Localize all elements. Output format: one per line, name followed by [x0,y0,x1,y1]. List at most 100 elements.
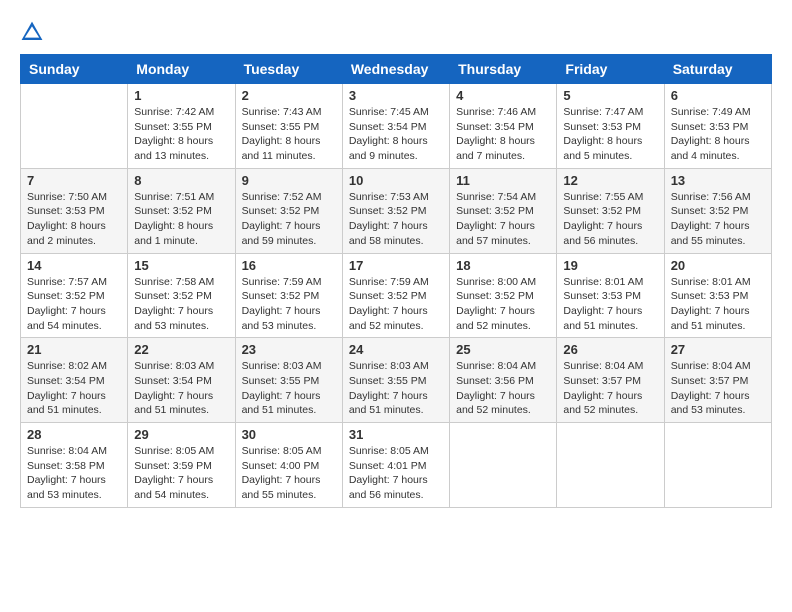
day-info: Sunrise: 8:00 AM Sunset: 3:52 PM Dayligh… [456,275,550,334]
day-info: Sunrise: 7:54 AM Sunset: 3:52 PM Dayligh… [456,190,550,249]
day-info: Sunrise: 8:01 AM Sunset: 3:53 PM Dayligh… [671,275,765,334]
calendar-cell: 17 Sunrise: 7:59 AM Sunset: 3:52 PM Dayli… [342,253,449,338]
calendar-week-row: 28 Sunrise: 8:04 AM Sunset: 3:58 PM Dayli… [21,423,772,508]
day-number: 6 [671,88,765,103]
logo [20,20,48,44]
day-number: 1 [134,88,228,103]
calendar-week-row: 14 Sunrise: 7:57 AM Sunset: 3:52 PM Dayli… [21,253,772,338]
day-info: Sunrise: 7:46 AM Sunset: 3:54 PM Dayligh… [456,105,550,164]
day-number: 3 [349,88,443,103]
day-number: 14 [27,258,121,273]
day-number: 9 [242,173,336,188]
calendar-cell: 13 Sunrise: 7:56 AM Sunset: 3:52 PM Dayli… [664,168,771,253]
calendar-cell: 3 Sunrise: 7:45 AM Sunset: 3:54 PM Daylig… [342,84,449,169]
day-info: Sunrise: 7:57 AM Sunset: 3:52 PM Dayligh… [27,275,121,334]
day-info: Sunrise: 8:05 AM Sunset: 3:59 PM Dayligh… [134,444,228,503]
column-header-wednesday: Wednesday [342,55,449,84]
day-info: Sunrise: 8:02 AM Sunset: 3:54 PM Dayligh… [27,359,121,418]
day-info: Sunrise: 8:04 AM Sunset: 3:58 PM Dayligh… [27,444,121,503]
day-number: 15 [134,258,228,273]
calendar-cell: 19 Sunrise: 8:01 AM Sunset: 3:53 PM Dayli… [557,253,664,338]
calendar-cell: 4 Sunrise: 7:46 AM Sunset: 3:54 PM Daylig… [450,84,557,169]
day-info: Sunrise: 7:42 AM Sunset: 3:55 PM Dayligh… [134,105,228,164]
logo-icon [20,20,44,44]
day-info: Sunrise: 7:55 AM Sunset: 3:52 PM Dayligh… [563,190,657,249]
day-number: 30 [242,427,336,442]
day-number: 2 [242,88,336,103]
day-info: Sunrise: 8:03 AM Sunset: 3:55 PM Dayligh… [242,359,336,418]
calendar-cell: 12 Sunrise: 7:55 AM Sunset: 3:52 PM Dayli… [557,168,664,253]
calendar-cell: 30 Sunrise: 8:05 AM Sunset: 4:00 PM Dayli… [235,423,342,508]
day-info: Sunrise: 8:04 AM Sunset: 3:57 PM Dayligh… [671,359,765,418]
calendar-cell: 20 Sunrise: 8:01 AM Sunset: 3:53 PM Dayli… [664,253,771,338]
calendar-cell: 27Sunrise: 8:04 AM Sunset: 3:57 PM Dayli… [664,338,771,423]
calendar-week-row: 7Sunrise: 7:50 AM Sunset: 3:53 PM Daylig… [21,168,772,253]
day-info: Sunrise: 8:03 AM Sunset: 3:54 PM Dayligh… [134,359,228,418]
day-info: Sunrise: 7:47 AM Sunset: 3:53 PM Dayligh… [563,105,657,164]
calendar-cell: 2 Sunrise: 7:43 AM Sunset: 3:55 PM Daylig… [235,84,342,169]
calendar-cell [664,423,771,508]
day-info: Sunrise: 8:01 AM Sunset: 3:53 PM Dayligh… [563,275,657,334]
day-number: 20 [671,258,765,273]
day-info: Sunrise: 8:05 AM Sunset: 4:01 PM Dayligh… [349,444,443,503]
calendar-cell [557,423,664,508]
calendar-cell [21,84,128,169]
day-number: 16 [242,258,336,273]
day-number: 10 [349,173,443,188]
day-number: 19 [563,258,657,273]
day-info: Sunrise: 8:03 AM Sunset: 3:55 PM Dayligh… [349,359,443,418]
calendar-cell: 23 Sunrise: 8:03 AM Sunset: 3:55 PM Dayli… [235,338,342,423]
day-info: Sunrise: 7:45 AM Sunset: 3:54 PM Dayligh… [349,105,443,164]
calendar-cell: 5Sunrise: 7:47 AM Sunset: 3:53 PM Daylig… [557,84,664,169]
day-number: 23 [242,342,336,357]
column-header-sunday: Sunday [21,55,128,84]
column-header-friday: Friday [557,55,664,84]
day-number: 24 [349,342,443,357]
calendar-week-row: 1 Sunrise: 7:42 AM Sunset: 3:55 PM Daylig… [21,84,772,169]
calendar-cell: 6 Sunrise: 7:49 AM Sunset: 3:53 PM Daylig… [664,84,771,169]
day-number: 28 [27,427,121,442]
column-header-saturday: Saturday [664,55,771,84]
calendar-cell: 18 Sunrise: 8:00 AM Sunset: 3:52 PM Dayli… [450,253,557,338]
calendar-cell: 15Sunrise: 7:58 AM Sunset: 3:52 PM Dayli… [128,253,235,338]
calendar-cell: 28 Sunrise: 8:04 AM Sunset: 3:58 PM Dayli… [21,423,128,508]
day-info: Sunrise: 8:05 AM Sunset: 4:00 PM Dayligh… [242,444,336,503]
day-number: 25 [456,342,550,357]
day-info: Sunrise: 8:04 AM Sunset: 3:57 PM Dayligh… [563,359,657,418]
day-info: Sunrise: 7:59 AM Sunset: 3:52 PM Dayligh… [349,275,443,334]
calendar-cell [450,423,557,508]
calendar-cell: 22 Sunrise: 8:03 AM Sunset: 3:54 PM Dayli… [128,338,235,423]
day-number: 18 [456,258,550,273]
calendar-cell: 24 Sunrise: 8:03 AM Sunset: 3:55 PM Dayli… [342,338,449,423]
day-number: 4 [456,88,550,103]
calendar-cell: 25Sunrise: 8:04 AM Sunset: 3:56 PM Dayli… [450,338,557,423]
day-info: Sunrise: 7:56 AM Sunset: 3:52 PM Dayligh… [671,190,765,249]
column-header-thursday: Thursday [450,55,557,84]
calendar-cell: 14 Sunrise: 7:57 AM Sunset: 3:52 PM Dayli… [21,253,128,338]
day-info: Sunrise: 7:43 AM Sunset: 3:55 PM Dayligh… [242,105,336,164]
calendar-cell: 16 Sunrise: 7:59 AM Sunset: 3:52 PM Dayli… [235,253,342,338]
calendar-cell: 8 Sunrise: 7:51 AM Sunset: 3:52 PM Daylig… [128,168,235,253]
day-number: 17 [349,258,443,273]
day-info: Sunrise: 7:50 AM Sunset: 3:53 PM Dayligh… [27,190,121,249]
day-number: 12 [563,173,657,188]
calendar-header-row: SundayMondayTuesdayWednesdayThursdayFrid… [21,55,772,84]
day-info: Sunrise: 7:53 AM Sunset: 3:52 PM Dayligh… [349,190,443,249]
header [20,20,772,44]
day-number: 22 [134,342,228,357]
day-number: 8 [134,173,228,188]
calendar-table: SundayMondayTuesdayWednesdayThursdayFrid… [20,54,772,508]
calendar-cell: 26Sunrise: 8:04 AM Sunset: 3:57 PM Dayli… [557,338,664,423]
day-number: 13 [671,173,765,188]
column-header-tuesday: Tuesday [235,55,342,84]
day-number: 29 [134,427,228,442]
day-info: Sunrise: 7:49 AM Sunset: 3:53 PM Dayligh… [671,105,765,164]
day-info: Sunrise: 7:51 AM Sunset: 3:52 PM Dayligh… [134,190,228,249]
day-number: 31 [349,427,443,442]
day-info: Sunrise: 7:52 AM Sunset: 3:52 PM Dayligh… [242,190,336,249]
calendar-cell: 29 Sunrise: 8:05 AM Sunset: 3:59 PM Dayli… [128,423,235,508]
calendar-cell: 11Sunrise: 7:54 AM Sunset: 3:52 PM Dayli… [450,168,557,253]
calendar-week-row: 21Sunrise: 8:02 AM Sunset: 3:54 PM Dayli… [21,338,772,423]
day-info: Sunrise: 7:59 AM Sunset: 3:52 PM Dayligh… [242,275,336,334]
calendar-cell: 9 Sunrise: 7:52 AM Sunset: 3:52 PM Daylig… [235,168,342,253]
